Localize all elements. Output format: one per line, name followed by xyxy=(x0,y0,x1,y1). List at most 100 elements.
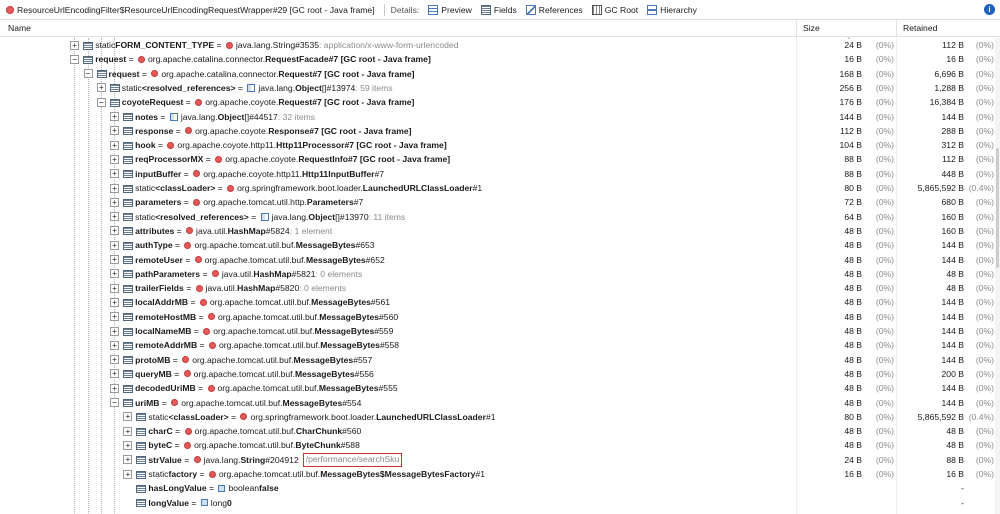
size-value: 48 B xyxy=(844,383,862,394)
expand-icon[interactable]: + xyxy=(110,326,120,336)
tab-fields[interactable]: Fields xyxy=(480,4,517,15)
tree-row[interactable]: longValue = long 0 - xyxy=(0,496,1000,510)
expand-icon[interactable]: + xyxy=(110,383,120,393)
tree-row[interactable]: + authType = org.apache.tomcat.util.buf. M… xyxy=(0,238,1000,252)
vertical-scrollbar[interactable] xyxy=(995,38,1000,514)
expand-icon[interactable]: + xyxy=(96,83,106,93)
size-percent: (0%) xyxy=(875,440,894,451)
tree-row[interactable]: + localNameMB = org.apache.tomcat.util.bu… xyxy=(0,324,1000,338)
expand-icon[interactable]: + xyxy=(110,255,120,264)
tree-row[interactable]: + attributes = java.util. HashMap #5824 : 1… xyxy=(0,224,1000,238)
size-value: 80 B xyxy=(844,183,862,193)
expand-icon[interactable]: + xyxy=(110,154,120,164)
tree-row[interactable]: + static factory = org.apache.tomcat.util… xyxy=(0,467,1000,481)
column-header-retained[interactable]: Retained xyxy=(896,20,1000,37)
field-modifier: static xyxy=(95,40,116,50)
tree-row[interactable]: + static <resolved_references> = java.lan… xyxy=(0,81,1000,95)
type-package: boolean xyxy=(228,483,260,494)
expand-icon[interactable]: + xyxy=(110,140,120,150)
tab-gc-root[interactable]: GC Root xyxy=(591,4,638,15)
expand-icon[interactable]: + xyxy=(110,197,120,207)
expand-icon[interactable]: + xyxy=(110,112,120,121)
tree-row[interactable]: + decodedUriMB = org.apache.tomcat.util.b… xyxy=(0,381,1000,395)
field-icon xyxy=(109,98,120,107)
expand-icon[interactable]: + xyxy=(110,226,120,236)
size-value: 48 B xyxy=(844,254,862,265)
tree-row[interactable]: + static FORM_CONTENT_TYPE = java.lang.St… xyxy=(0,38,1000,52)
expand-icon[interactable]: + xyxy=(110,312,120,322)
expand-icon[interactable]: + xyxy=(110,183,120,193)
expand-icon[interactable]: + xyxy=(110,169,120,179)
tree-row[interactable]: + pathParameters = java.util. HashMap #5821… xyxy=(0,267,1000,281)
tree-row[interactable]: + response = org.apache.coyote. Response #7… xyxy=(0,124,1000,138)
expand-icon[interactable]: + xyxy=(123,426,133,436)
tree-row[interactable]: − request = org.apache.catalina.connector… xyxy=(0,67,1000,81)
tree-row[interactable]: + localAddrMB = org.apache.tomcat.util.bu… xyxy=(0,295,1000,309)
tab-references[interactable]: References xyxy=(525,4,583,15)
object-instance-icon xyxy=(193,456,201,464)
scrollbar-thumb[interactable] xyxy=(996,148,999,268)
tree-row[interactable]: + remoteAddrMB = org.apache.tomcat.util.b… xyxy=(0,338,1000,352)
collapse-icon[interactable]: − xyxy=(96,97,106,107)
collapse-icon[interactable]: − xyxy=(83,69,93,79)
tree-row[interactable]: hasLongValue = boolean false - xyxy=(0,481,1000,495)
tree-row[interactable]: + notes = java.lang. Object []#44517 : 32 i… xyxy=(0,110,1000,124)
info-icon[interactable]: i xyxy=(984,4,995,15)
tree-row[interactable]: − coyoteRequest = org.apache.coyote. Reque… xyxy=(0,95,1000,109)
column-header-name[interactable]: Name xyxy=(0,20,796,37)
type-suffix: #561 xyxy=(370,297,391,308)
field-name: remoteAddrMB xyxy=(135,340,198,351)
expand-icon[interactable]: + xyxy=(110,240,120,250)
tree-row[interactable]: + remoteUser = org.apache.tomcat.util.buf… xyxy=(0,253,1000,267)
collapse-icon[interactable]: − xyxy=(110,398,120,407)
retained-value: 680 B xyxy=(941,197,964,208)
expand-icon[interactable]: + xyxy=(110,355,120,365)
tree-row[interactable]: + inputBuffer = org.apache.coyote.http11.… xyxy=(0,167,1000,181)
expand-icon[interactable]: + xyxy=(110,126,120,136)
retained-percent: (0%) xyxy=(975,383,994,394)
expand-icon[interactable]: + xyxy=(110,212,120,222)
expand-icon[interactable]: + xyxy=(110,269,120,279)
expand-icon[interactable]: + xyxy=(123,455,133,465)
tree-row[interactable]: + trailerFields = java.util. HashMap #5820 … xyxy=(0,281,1000,295)
tree-row[interactable]: + remoteHostMB = org.apache.tomcat.util.b… xyxy=(0,310,1000,324)
expand-icon[interactable]: + xyxy=(110,340,120,350)
tree-row[interactable]: + parameters = org.apache.tomcat.util.htt… xyxy=(0,195,1000,209)
tab-preview[interactable]: Preview xyxy=(428,4,472,15)
tree-row[interactable]: + byteC = org.apache.tomcat.util.buf. Byte… xyxy=(0,438,1000,452)
object-instance-icon xyxy=(151,70,159,78)
equals-sign: = xyxy=(174,225,185,236)
tree-row[interactable]: + reqProcessorMX = org.apache.coyote. Requ… xyxy=(0,152,1000,166)
tree-row[interactable]: + hook = org.apache.coyote.http11. Http11P… xyxy=(0,138,1000,152)
tree-row[interactable]: + queryMB = org.apache.tomcat.util.buf. Me… xyxy=(0,367,1000,381)
tree-row[interactable]: + static <classLoader> = org.springframew… xyxy=(0,410,1000,424)
tree-row[interactable]: + strValue = java.lang. String #204912/perf… xyxy=(0,452,1000,467)
tree-row[interactable]: + static <classLoader> = org.springframew… xyxy=(0,181,1000,195)
size-value: 16 B xyxy=(844,469,862,479)
expand-icon[interactable]: + xyxy=(110,369,120,379)
type-suffix: #5824 xyxy=(265,225,290,236)
size-percent: (0%) xyxy=(875,225,894,236)
expand-icon[interactable]: + xyxy=(123,440,133,450)
collapse-icon[interactable]: − xyxy=(70,54,80,64)
field-icon xyxy=(82,41,94,50)
retained-percent: (0%) xyxy=(975,97,994,108)
tree-row[interactable]: − request = org.apache.catalina.connector… xyxy=(0,52,1000,66)
field-icon xyxy=(122,169,134,179)
tree-row[interactable]: + static <resolved_references> = java.lan… xyxy=(0,210,1000,224)
tree-row[interactable]: + charC = org.apache.tomcat.util.buf. Char… xyxy=(0,424,1000,438)
retained-value: 160 B xyxy=(941,211,964,222)
expand-icon[interactable]: + xyxy=(110,297,120,307)
type-name: MessageBytes xyxy=(320,340,380,351)
object-instance-icon xyxy=(194,256,202,263)
tree-row[interactable]: − uriMB = org.apache.tomcat.util.buf. Mess… xyxy=(0,396,1000,410)
tree-row[interactable]: + protoMB = org.apache.tomcat.util.buf. Me… xyxy=(0,353,1000,367)
expand-icon[interactable]: + xyxy=(123,469,133,479)
expand-icon[interactable]: + xyxy=(123,412,133,422)
expand-icon[interactable]: + xyxy=(70,40,80,50)
object-instance-icon xyxy=(203,327,211,335)
retained-value: 112 B xyxy=(942,154,964,165)
type-name: String xyxy=(240,454,266,465)
expand-icon[interactable]: + xyxy=(110,283,120,293)
tab-hierarchy[interactable]: Hierarchy xyxy=(647,4,697,15)
